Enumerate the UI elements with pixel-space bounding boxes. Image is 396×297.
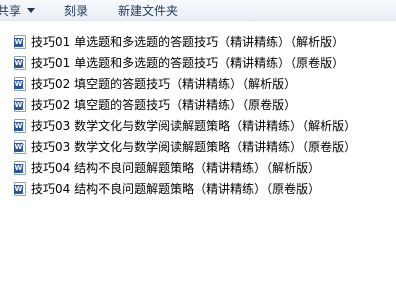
word-document-icon: W xyxy=(14,76,26,91)
word-document-icon: W xyxy=(14,97,26,112)
file-item[interactable]: W 技巧03 数学文化与数学阅读解题策略（精讲精练）（解析版） xyxy=(14,115,396,136)
file-name: 技巧02 填空题的答题技巧（精讲精练）（解析版） xyxy=(31,77,297,91)
word-document-icon: W xyxy=(14,181,26,196)
file-name: 技巧04 结构不良问题解题策略（精讲精练）（原卷版） xyxy=(31,182,321,196)
share-label: 共享 xyxy=(0,4,22,18)
burn-button[interactable]: 刻录 xyxy=(64,0,88,21)
file-item[interactable]: W 技巧01 单选题和多选题的答题技巧（精讲精练）（解析版） xyxy=(14,31,396,52)
file-name: 技巧01 单选题和多选题的答题技巧（精讲精练）（原卷版） xyxy=(31,56,345,70)
new-folder-label: 新建文件夹 xyxy=(118,4,179,18)
file-item[interactable]: W 技巧02 填空题的答题技巧（精讲精练）（解析版） xyxy=(14,73,396,94)
file-item[interactable]: W 技巧03 数学文化与数学阅读解题策略（精讲精练）（原卷版） xyxy=(14,136,396,157)
word-document-icon: W xyxy=(14,55,26,70)
file-name: 技巧02 填空题的答题技巧（精讲精练）（原卷版） xyxy=(31,98,297,112)
word-document-icon: W xyxy=(14,34,26,49)
word-document-icon: W xyxy=(14,118,26,133)
new-folder-button[interactable]: 新建文件夹 xyxy=(118,0,178,21)
word-document-icon: W xyxy=(14,160,26,175)
file-item[interactable]: W 技巧01 单选题和多选题的答题技巧（精讲精练）（原卷版） xyxy=(14,52,396,73)
file-item[interactable]: W 技巧02 填空题的答题技巧（精讲精练）（原卷版） xyxy=(14,94,396,115)
file-list: W 技巧01 单选题和多选题的答题技巧（精讲精练）（解析版） W 技巧01 单选… xyxy=(14,31,396,199)
word-document-icon: W xyxy=(14,139,26,154)
file-item[interactable]: W 技巧04 结构不良问题解题策略（精讲精练）（原卷版） xyxy=(14,178,396,199)
file-name: 技巧03 数学文化与数学阅读解题策略（精讲精练）（原卷版） xyxy=(31,140,357,154)
file-name: 技巧04 结构不良问题解题策略（精讲精练）（解析版） xyxy=(31,161,321,175)
file-item[interactable]: W 技巧04 结构不良问题解题策略（精讲精练）（解析版） xyxy=(14,157,396,178)
file-name: 技巧03 数学文化与数学阅读解题策略（精讲精练）（解析版） xyxy=(31,119,357,133)
chevron-down-icon xyxy=(27,8,36,13)
command-bar: 共享 刻录 新建文件夹 xyxy=(0,0,396,21)
burn-label: 刻录 xyxy=(64,4,89,18)
file-name: 技巧01 单选题和多选题的答题技巧（精讲精练）（解析版） xyxy=(31,35,345,49)
share-button[interactable]: 共享 xyxy=(0,0,36,21)
